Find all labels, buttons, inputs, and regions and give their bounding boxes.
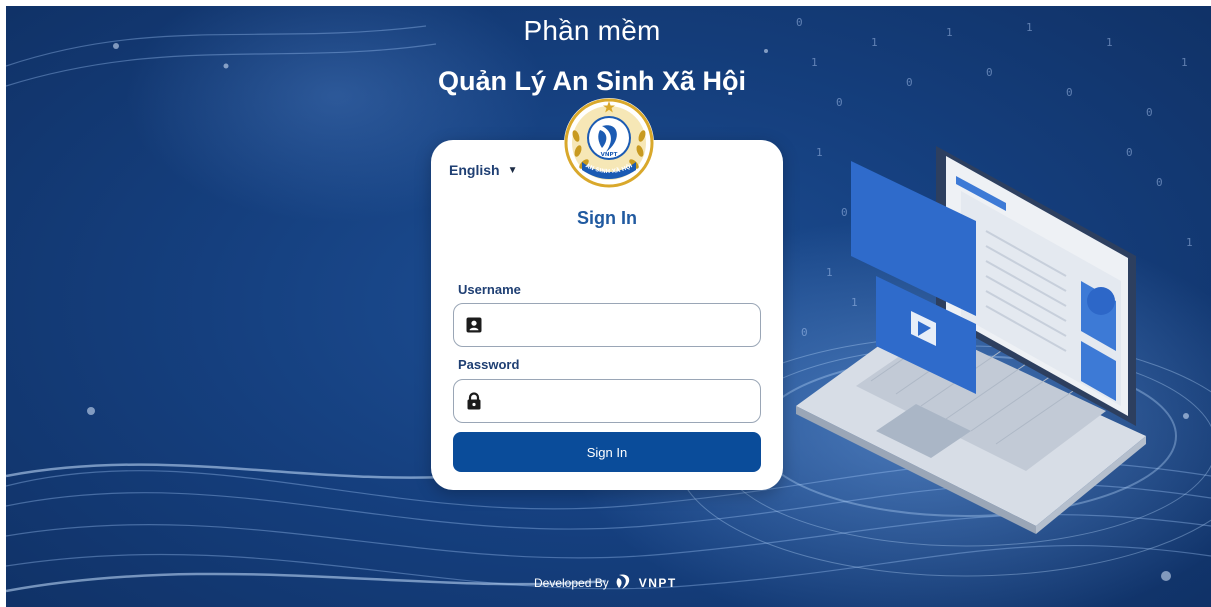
svg-text:1: 1 xyxy=(1186,236,1193,249)
vnpt-logo-icon xyxy=(615,572,633,593)
login-card: English ▼ Sign In Username Password Sign… xyxy=(431,140,783,490)
caret-down-icon: ▼ xyxy=(507,164,518,176)
login-page-background: 010 101 010 101 101 010 01 Phần mềm Quản… xyxy=(6,6,1211,607)
svg-text:0: 0 xyxy=(801,326,808,339)
svg-text:0: 0 xyxy=(836,96,843,109)
svg-text:VNPT: VNPT xyxy=(601,152,618,158)
password-field[interactable] xyxy=(453,379,761,423)
sign-in-heading: Sign In xyxy=(577,208,637,228)
developed-by-label: Developed By xyxy=(534,575,609,590)
lock-icon xyxy=(454,392,490,410)
svg-text:1: 1 xyxy=(851,296,858,309)
language-select[interactable]: English ▼ xyxy=(449,162,517,178)
user-card-icon xyxy=(454,317,490,333)
app-title-line2: Quản Lý An Sinh Xã Hội xyxy=(437,66,747,96)
svg-text:0: 0 xyxy=(841,206,848,219)
svg-text:1: 1 xyxy=(826,266,833,279)
username-input[interactable] xyxy=(490,304,760,346)
vnpt-brand-text: VNPT xyxy=(638,575,677,590)
username-label: Username xyxy=(458,282,521,297)
svg-text:0: 0 xyxy=(1156,176,1163,189)
username-field[interactable] xyxy=(453,303,761,347)
svg-text:1: 1 xyxy=(816,146,823,159)
password-input[interactable] xyxy=(490,380,760,422)
password-label: Password xyxy=(458,357,520,372)
footer: Developed By VNPT xyxy=(534,572,677,593)
vnpt-emblem-icon: VNPT AN SINH XÃ HỘI xyxy=(562,96,656,190)
laptop-illustration xyxy=(796,146,1146,534)
language-label: English xyxy=(449,162,500,178)
svg-text:0: 0 xyxy=(1126,146,1133,159)
svg-text:0: 0 xyxy=(1146,106,1153,119)
sign-in-button[interactable]: Sign In xyxy=(453,432,761,472)
app-title-line1: Phần mềm xyxy=(523,15,661,46)
svg-text:1: 1 xyxy=(1181,56,1188,69)
